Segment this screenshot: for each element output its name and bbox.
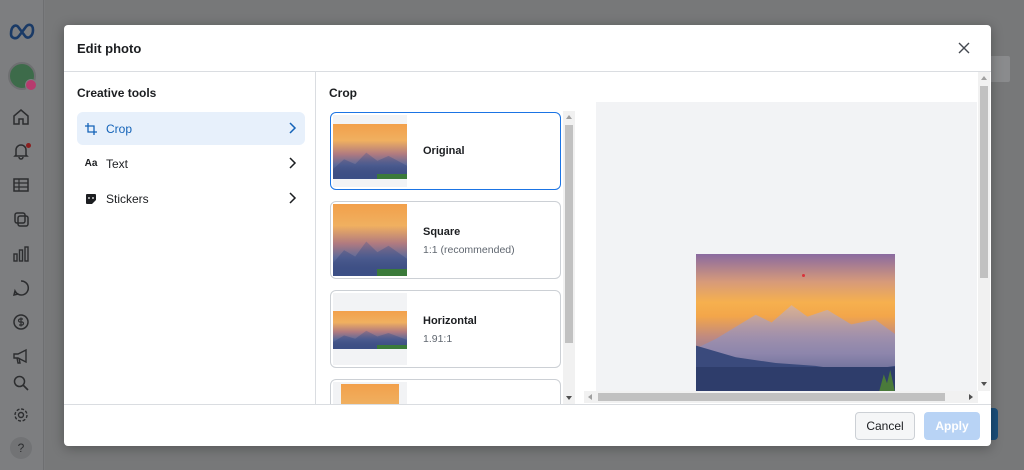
gear-icon[interactable] [10, 404, 32, 426]
crop-option-title: Square [423, 226, 461, 238]
scroll-right-icon[interactable] [968, 393, 974, 401]
instagram-badge-icon [25, 79, 37, 91]
edit-photo-modal: Edit photo Creative tools Crop Aa Text S… [64, 25, 991, 446]
creative-tools-panel: Creative tools Crop Aa Text Stickers [64, 72, 316, 404]
preview-vertical-scrollbar[interactable] [978, 72, 990, 391]
crop-options-list: Original Square 1:1 (recommended) Horizo… [328, 111, 562, 405]
dollar-icon[interactable] [10, 311, 32, 333]
crop-thumbnail [333, 293, 407, 365]
modal-header: Edit photo [64, 25, 991, 72]
crop-section-title: Crop [329, 86, 357, 100]
meta-logo-icon[interactable] [8, 20, 36, 40]
crop-thumbnail [333, 382, 407, 405]
crop-thumbnail [333, 204, 407, 276]
scroll-up-icon[interactable] [980, 75, 988, 81]
modal-footer: Cancel Apply [64, 404, 991, 446]
preview-horizontal-scrollbar[interactable] [584, 391, 978, 403]
crop-option-title: Horizontal [423, 315, 477, 327]
close-icon [958, 42, 970, 54]
scroll-down-icon[interactable] [980, 381, 988, 387]
help-icon[interactable]: ? [10, 437, 32, 459]
scroll-up-icon[interactable] [565, 114, 573, 120]
scroll-down-icon[interactable] [565, 395, 573, 401]
preview-image[interactable] [696, 254, 895, 392]
creative-tools-title: Creative tools [77, 86, 157, 100]
close-button[interactable] [955, 39, 973, 57]
crop-option-vertical[interactable] [330, 379, 561, 405]
chevron-right-icon [289, 157, 297, 169]
search-icon[interactable] [10, 372, 32, 394]
app-sidebar: ? [0, 0, 44, 470]
chart-icon[interactable] [10, 243, 32, 265]
crop-option-ratio: 1.91:1 [423, 333, 453, 345]
crop-option-ratio: 1:1 (recommended) [423, 244, 515, 256]
apply-button[interactable]: Apply [924, 412, 980, 440]
crop-icon [84, 122, 98, 136]
home-icon[interactable] [10, 106, 32, 128]
chevron-right-icon [289, 192, 297, 204]
scroll-left-icon[interactable] [587, 393, 593, 401]
tool-crop[interactable]: Crop [77, 112, 305, 145]
tool-label: Stickers [106, 191, 149, 206]
pages-icon[interactable] [10, 208, 32, 230]
tool-stickers[interactable]: Stickers [77, 182, 305, 215]
tool-label: Crop [106, 121, 133, 136]
photo-preview [596, 102, 977, 402]
cancel-button[interactable]: Cancel [855, 412, 915, 440]
background-field [988, 56, 1010, 82]
chevron-right-icon [289, 122, 297, 134]
sticker-icon [84, 192, 98, 206]
scrollbar-thumb[interactable] [598, 393, 945, 401]
crop-option-original[interactable]: Original [330, 112, 561, 190]
crop-option-horizontal[interactable]: Horizontal 1.91:1 [330, 290, 561, 368]
chat-icon[interactable] [10, 277, 32, 299]
scrollbar-thumb[interactable] [980, 86, 988, 278]
crop-thumbnail [333, 115, 407, 187]
text-icon: Aa [84, 158, 98, 169]
table-icon[interactable] [10, 174, 32, 196]
focus-point-marker[interactable] [802, 274, 805, 277]
crop-list-scrollbar[interactable] [563, 111, 575, 405]
tool-label: Text [106, 156, 129, 171]
notification-dot [26, 143, 31, 148]
modal-title: Edit photo [77, 41, 142, 56]
crop-option-title: Original [423, 145, 465, 157]
crop-option-square[interactable]: Square 1:1 (recommended) [330, 201, 561, 279]
account-avatar[interactable] [8, 62, 37, 91]
scrollbar-thumb[interactable] [565, 125, 573, 343]
tool-text[interactable]: Aa Text [77, 147, 305, 180]
megaphone-icon[interactable] [10, 345, 32, 367]
